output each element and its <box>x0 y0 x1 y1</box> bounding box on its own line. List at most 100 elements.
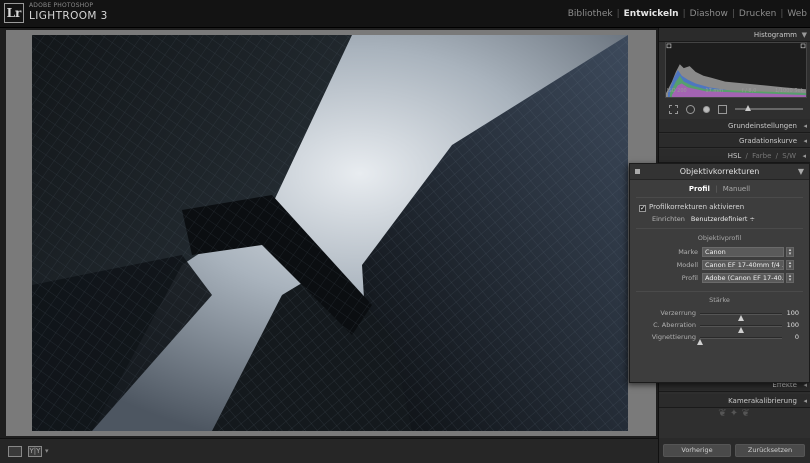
updown-icon[interactable]: ▴ ▾ <box>786 260 794 270</box>
tab-manuell[interactable]: Manuell <box>720 184 753 194</box>
profile-row: Profil Adobe (Canon EF 17-40... ▴ ▾ <box>630 273 809 284</box>
previous-button[interactable]: Vorherige <box>663 444 731 457</box>
tone-curve-header[interactable]: Gradationskurve ◂ <box>659 134 810 148</box>
setup-dropdown[interactable]: Benutzerdefiniert ÷ <box>691 215 755 223</box>
distortion-value[interactable]: 100 <box>787 309 799 317</box>
module-drucken[interactable]: Drucken <box>739 9 776 19</box>
aperture: f / 8,0 <box>741 88 757 94</box>
bottom-toolbar: Y|Y ▾ <box>0 438 660 463</box>
expand-icon: ◂ <box>803 397 807 405</box>
lens-corrections-header[interactable]: Objektivkorrekturen ▼ <box>630 164 809 180</box>
lightroom-window: Lr ADOBE PHOTOSHOP LIGHTROOM 3 Bibliothe… <box>0 0 810 463</box>
histogram-title: Histogramm <box>753 31 797 39</box>
lens-profile-heading: Objektivprofil <box>697 234 742 242</box>
camera-calibration-title: Kamerakalibrierung <box>728 397 797 405</box>
module-separator: | <box>780 9 784 19</box>
expand-icon: ◂ <box>802 152 806 160</box>
hsl-tab[interactable]: HSL <box>728 152 742 160</box>
crop-tool-icon[interactable] <box>669 104 678 114</box>
module-bibliothek[interactable]: Bibliothek <box>568 9 613 19</box>
histogram-metadata: ISO 200 17 mm f / 8,0 1/1000 Sek. <box>667 88 805 94</box>
ca-label: C. Aberration <box>653 321 696 329</box>
basic-header[interactable]: Grundeinstellungen ◂ <box>659 119 810 133</box>
module-separator: | <box>616 9 620 19</box>
reset-button[interactable]: Zurücksetzen <box>735 444 805 457</box>
module-entwickeln[interactable]: Entwickeln <box>624 9 679 19</box>
panel-bottom-buttons: Vorherige Zurücksetzen <box>659 438 810 463</box>
camera-calibration-header[interactable]: Kamerakalibrierung ◂ <box>659 394 810 408</box>
shutter-speed: 1/1000 Sek. <box>775 88 805 94</box>
make-select[interactable]: Canon <box>702 247 784 257</box>
profile-label: Profil <box>681 274 698 282</box>
expand-icon: ◂ <box>803 137 807 145</box>
ornament-icon: ❦ ✦ ❦ <box>718 408 750 419</box>
profile-select[interactable]: Adobe (Canon EF 17-40... <box>702 273 784 283</box>
expand-icon: ◂ <box>803 122 807 130</box>
make-row: Marke Canon ▴ ▾ <box>630 247 809 258</box>
iso-value: ISO 200 <box>667 88 687 94</box>
module-picker: Bibliothek | Entwickeln | Diashow | Drucken | We… <box>568 9 807 19</box>
model-row: Modell Canon EF 17-40mm f/4 ... ▴ ▾ <box>630 260 809 271</box>
collapse-icon: ▼ <box>801 31 807 39</box>
module-web[interactable]: Web <box>787 9 807 19</box>
lens-corrections-title: Objektivkorrekturen <box>679 167 760 176</box>
enable-profile-label: Profilkorrekturen aktivieren <box>649 203 745 211</box>
collapse-icon: ▼ <box>797 167 804 176</box>
top-bar: Lr ADOBE PHOTOSHOP LIGHTROOM 3 Bibliothe… <box>0 0 810 28</box>
histogram-header[interactable]: Histogramm ▼ <box>659 28 810 42</box>
graduated-filter-icon[interactable] <box>718 104 727 114</box>
enable-profile-row[interactable]: ✓ Profilkorrekturen aktivieren <box>639 203 744 212</box>
module-diashow[interactable]: Diashow <box>690 9 728 19</box>
vignetting-slider[interactable] <box>697 337 782 345</box>
ca-slider[interactable] <box>700 325 782 333</box>
compare-view-icon[interactable]: Y|Y <box>28 446 42 457</box>
module-separator: | <box>731 9 735 19</box>
tab-separator: | <box>715 185 718 193</box>
brand-subtitle: ADOBE PHOTOSHOP <box>29 2 94 9</box>
hsl-separator: / <box>745 152 748 160</box>
basic-title: Grundeinstellungen <box>728 122 797 130</box>
divider <box>636 228 803 229</box>
updown-icon[interactable]: ▴ ▾ <box>786 273 794 283</box>
divider <box>636 291 803 292</box>
photo-preview[interactable] <box>32 35 628 431</box>
updown-icon[interactable]: ▴ ▾ <box>786 247 794 257</box>
vignetting-slider-row: Vignettierung 0 <box>630 332 809 345</box>
lens-corrections-panel: Objektivkorrekturen ▼ Profil | Manuell ✓… <box>629 163 810 383</box>
adjustment-brush-icon[interactable] <box>735 105 803 111</box>
sw-tab[interactable]: S/W <box>782 152 796 160</box>
divider <box>636 197 803 198</box>
photo-image <box>32 35 628 431</box>
tab-profil[interactable]: Profil <box>686 184 713 194</box>
vignetting-label: Vignettierung <box>651 333 696 341</box>
slider-thumb[interactable] <box>697 339 703 345</box>
distortion-slider[interactable] <box>700 313 782 321</box>
module-separator: | <box>682 9 686 19</box>
focal-length: 17 mm <box>705 88 724 94</box>
tone-curve-title: Gradationskurve <box>739 137 797 145</box>
setup-row: Einrichten Benutzerdefiniert ÷ <box>652 215 755 223</box>
ca-value[interactable]: 100 <box>787 321 799 329</box>
panel-handle-icon <box>635 169 640 174</box>
setup-label: Einrichten <box>652 215 685 223</box>
image-canvas[interactable] <box>6 30 656 436</box>
make-label: Marke <box>678 248 698 256</box>
lens-tabs: Profil | Manuell <box>630 184 809 194</box>
amount-heading: Stärke <box>709 296 730 304</box>
model-select[interactable]: Canon EF 17-40mm f/4 ... <box>702 260 784 270</box>
distortion-slider-row: Verzerrung 100 <box>630 308 809 321</box>
redeye-icon[interactable] <box>703 105 710 113</box>
brand-title: LIGHTROOM 3 <box>29 10 108 22</box>
loupe-view-icon[interactable] <box>8 446 22 457</box>
color-tab[interactable]: Farbe <box>752 152 771 160</box>
model-label: Modell <box>676 261 698 269</box>
hsl-header[interactable]: HSL / Farbe / S/W ◂ <box>659 149 810 163</box>
tool-strip <box>665 102 807 116</box>
ca-slider-row: C. Aberration 100 <box>630 320 809 333</box>
view-options-chevron-icon[interactable]: ▾ <box>45 447 49 455</box>
lightroom-logo: Lr <box>4 3 24 23</box>
checkbox-icon[interactable]: ✓ <box>639 205 646 212</box>
vignetting-value[interactable]: 0 <box>795 333 799 341</box>
hsl-separator: / <box>775 152 779 160</box>
spot-removal-icon[interactable] <box>686 104 695 114</box>
